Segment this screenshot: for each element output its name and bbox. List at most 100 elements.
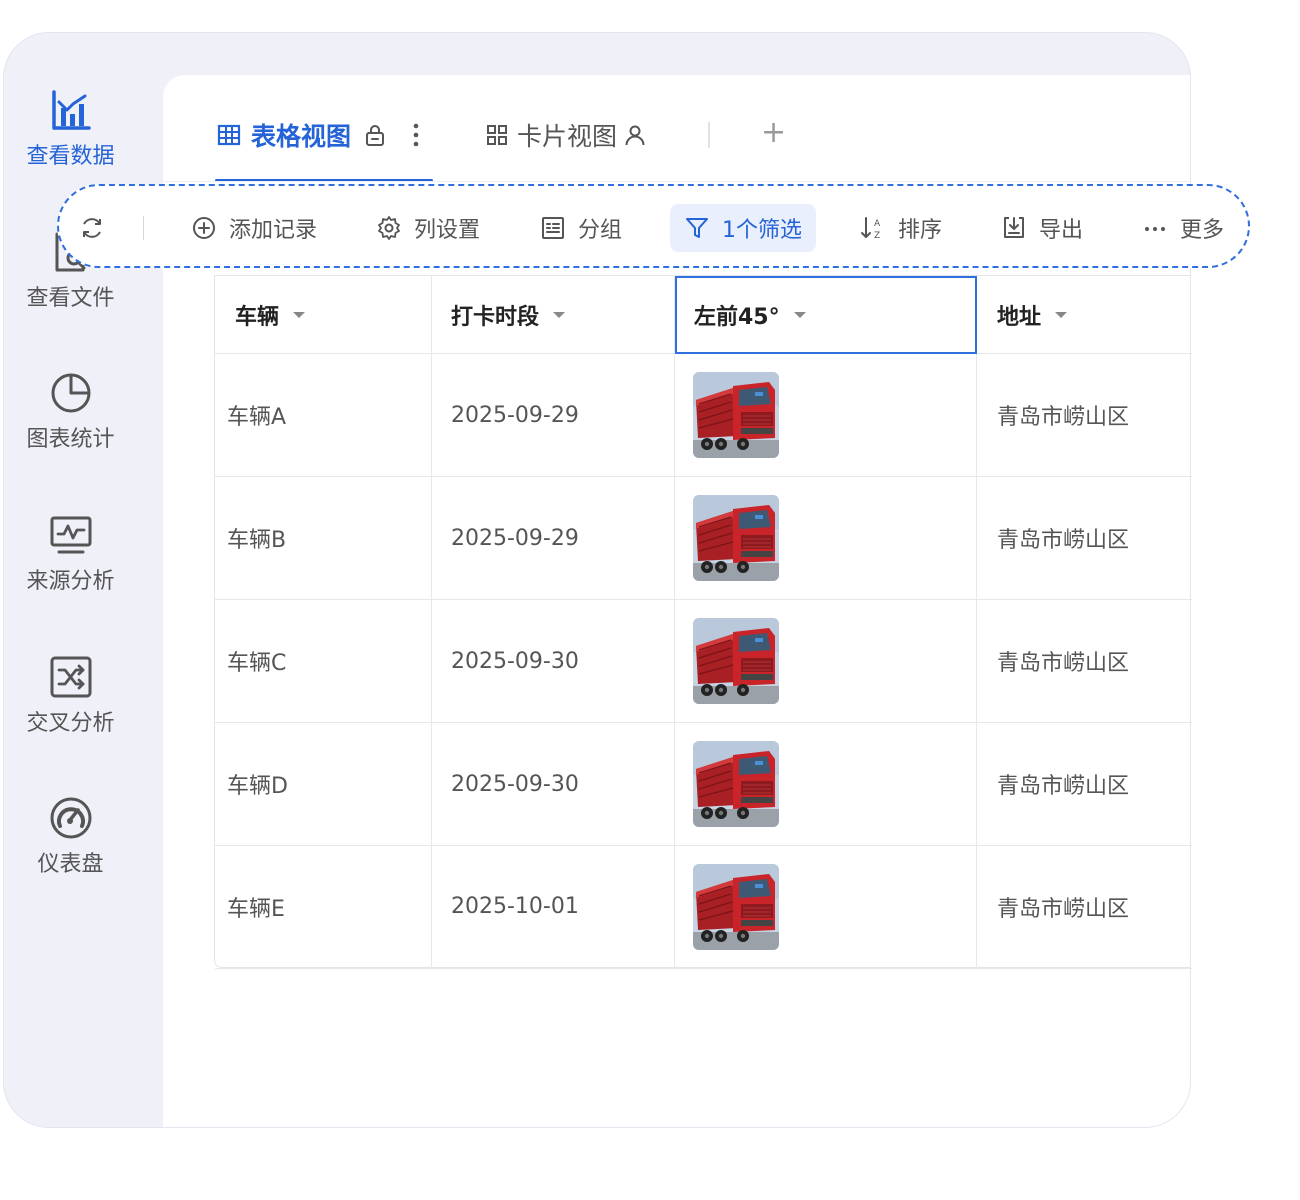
lock-icon	[366, 125, 385, 146]
column-header-address[interactable]: 地址	[977, 276, 1192, 354]
vehicle-cell[interactable]: 车辆A	[215, 354, 432, 477]
plus-circle-icon	[193, 217, 215, 239]
sidebar-item-label: 图表统计	[26, 427, 115, 452]
group-list-icon	[542, 217, 564, 239]
tab-divider	[708, 122, 710, 148]
group-label: 分组	[578, 218, 623, 243]
sort-az-icon: A Z	[861, 217, 881, 241]
refresh-icon	[83, 218, 101, 238]
column-header-checkin-time[interactable]: 打卡时段	[432, 276, 675, 354]
truck-photo-thumbnail[interactable]	[693, 864, 779, 950]
add-record-label: 添加记录	[229, 218, 318, 243]
group-button[interactable]: 分组	[540, 206, 622, 250]
photo-cell[interactable]	[675, 477, 977, 600]
column-settings-label: 列设置	[414, 218, 481, 243]
address-cell[interactable]: 青岛市崂山区	[977, 477, 1192, 600]
truck-photo-thumbnail[interactable]	[693, 741, 779, 827]
sidebar-item-source-analysis[interactable]: 来源分析	[4, 513, 137, 595]
table-row[interactable]: 车辆E 2025-10-01 青岛市崂山区	[215, 845, 1192, 969]
vehicle-cell[interactable]: 车辆C	[215, 600, 432, 723]
tab-card-view[interactable]: 卡片视图	[485, 117, 647, 153]
sidebar-item-label: 来源分析	[26, 569, 115, 594]
filter-button[interactable]: 1个筛选	[670, 204, 816, 252]
truck-photo-thumbnail[interactable]	[693, 495, 779, 581]
add-tab-button[interactable]: +	[761, 115, 786, 150]
card-grid-icon	[487, 125, 507, 145]
sidebar-item-label: 交叉分析	[26, 711, 115, 736]
sidebar-item-view-data[interactable]: 查看数据	[4, 88, 137, 170]
red-truck-image	[693, 741, 779, 827]
refresh-button[interactable]	[79, 206, 105, 250]
svg-text:Z: Z	[874, 231, 880, 241]
tab-label: 卡片视图	[517, 122, 618, 151]
more-horizontal-icon	[1145, 227, 1165, 231]
tab-label: 表格视图	[251, 122, 352, 151]
vertical-dots-icon[interactable]	[411, 122, 421, 148]
red-truck-image	[693, 495, 779, 581]
column-menu-caret-icon[interactable]	[553, 311, 566, 318]
table-row[interactable]: 车辆C 2025-09-30 青岛市崂山区	[215, 600, 1192, 723]
vehicle-cell[interactable]: 车辆E	[215, 845, 432, 969]
red-truck-image	[693, 372, 779, 458]
gauge-icon	[50, 797, 91, 839]
photo-cell[interactable]	[675, 723, 977, 846]
red-truck-image	[693, 618, 779, 704]
sidebar-item-cross-analysis[interactable]: 交叉分析	[4, 655, 137, 737]
sort-button[interactable]: A Z 排序	[860, 206, 942, 250]
monitor-pulse-icon	[50, 516, 91, 554]
export-label: 导出	[1039, 218, 1084, 243]
table-grid-icon	[217, 124, 241, 146]
column-menu-caret-icon[interactable]	[793, 311, 806, 318]
tab-bar-border	[163, 181, 1190, 182]
sidebar-item-label: 仪表盘	[37, 852, 104, 877]
table-header-row: 车辆 打卡时段 左前45° 地址	[215, 276, 1192, 354]
address-cell[interactable]: 青岛市崂山区	[977, 845, 1192, 969]
svg-text:A: A	[874, 219, 881, 229]
vehicle-cell[interactable]: 车辆D	[215, 723, 432, 846]
column-header-vehicle[interactable]: 车辆	[215, 276, 432, 354]
checkin-date-cell[interactable]: 2025-09-29	[432, 477, 675, 600]
vehicle-cell[interactable]: 车辆B	[215, 477, 432, 600]
truck-photo-thumbnail[interactable]	[693, 372, 779, 458]
sidebar-item-label: 查看文件	[26, 286, 115, 311]
table-row[interactable]: 车辆D 2025-09-30 青岛市崂山区	[215, 723, 1192, 846]
checkin-date-cell[interactable]: 2025-09-29	[432, 354, 675, 477]
filter-funnel-icon	[686, 218, 708, 238]
export-download-icon	[1004, 217, 1024, 238]
bar-chart-icon	[51, 90, 91, 130]
checkin-date-cell[interactable]: 2025-09-30	[432, 600, 675, 723]
sort-label: 排序	[898, 218, 943, 243]
gear-icon	[378, 216, 400, 240]
export-button[interactable]: 导出	[1001, 206, 1083, 250]
toolbar-divider	[143, 216, 144, 240]
address-cell[interactable]: 青岛市崂山区	[977, 600, 1192, 723]
address-cell[interactable]: 青岛市崂山区	[977, 723, 1192, 846]
photo-cell[interactable]	[675, 354, 977, 477]
red-truck-image	[693, 864, 779, 950]
table-row[interactable]: 车辆A 2025-09-29 青岛市崂山区	[215, 354, 1192, 477]
sidebar-item-label: 查看数据	[26, 144, 115, 169]
add-record-button[interactable]: 添加记录	[191, 206, 317, 250]
tab-table-view[interactable]: 表格视图	[217, 117, 421, 153]
user-icon	[625, 125, 645, 146]
checkin-date-cell[interactable]: 2025-10-01	[432, 845, 675, 969]
column-menu-caret-icon[interactable]	[293, 311, 306, 318]
data-table: 车辆 打卡时段 左前45° 地址 车辆A 2025-09-29 青岛市崂山区 车辆B 2…	[214, 275, 1192, 969]
shuffle-icon	[50, 656, 91, 698]
more-button[interactable]: 更多	[1142, 206, 1224, 250]
photo-cell[interactable]	[675, 600, 977, 723]
column-header-front-left-45[interactable]: 左前45°	[675, 276, 977, 354]
more-label: 更多	[1180, 218, 1225, 243]
sidebar-item-chart-stats[interactable]: 图表统计	[4, 371, 137, 453]
toolbar: 添加记录 列设置 分组 1个筛选 A Z 排序 导出 更多	[57, 184, 1250, 268]
address-cell[interactable]: 青岛市崂山区	[977, 354, 1192, 477]
column-menu-caret-icon[interactable]	[1055, 311, 1068, 318]
sidebar-item-dashboard[interactable]: 仪表盘	[4, 796, 137, 878]
pie-chart-icon	[51, 373, 90, 413]
truck-photo-thumbnail[interactable]	[693, 618, 779, 704]
checkin-date-cell[interactable]: 2025-09-30	[432, 723, 675, 846]
column-settings-button[interactable]: 列设置	[376, 206, 480, 250]
filter-label: 1个筛选	[722, 218, 802, 243]
photo-cell[interactable]	[675, 845, 977, 969]
table-row[interactable]: 车辆B 2025-09-29 青岛市崂山区	[215, 477, 1192, 600]
